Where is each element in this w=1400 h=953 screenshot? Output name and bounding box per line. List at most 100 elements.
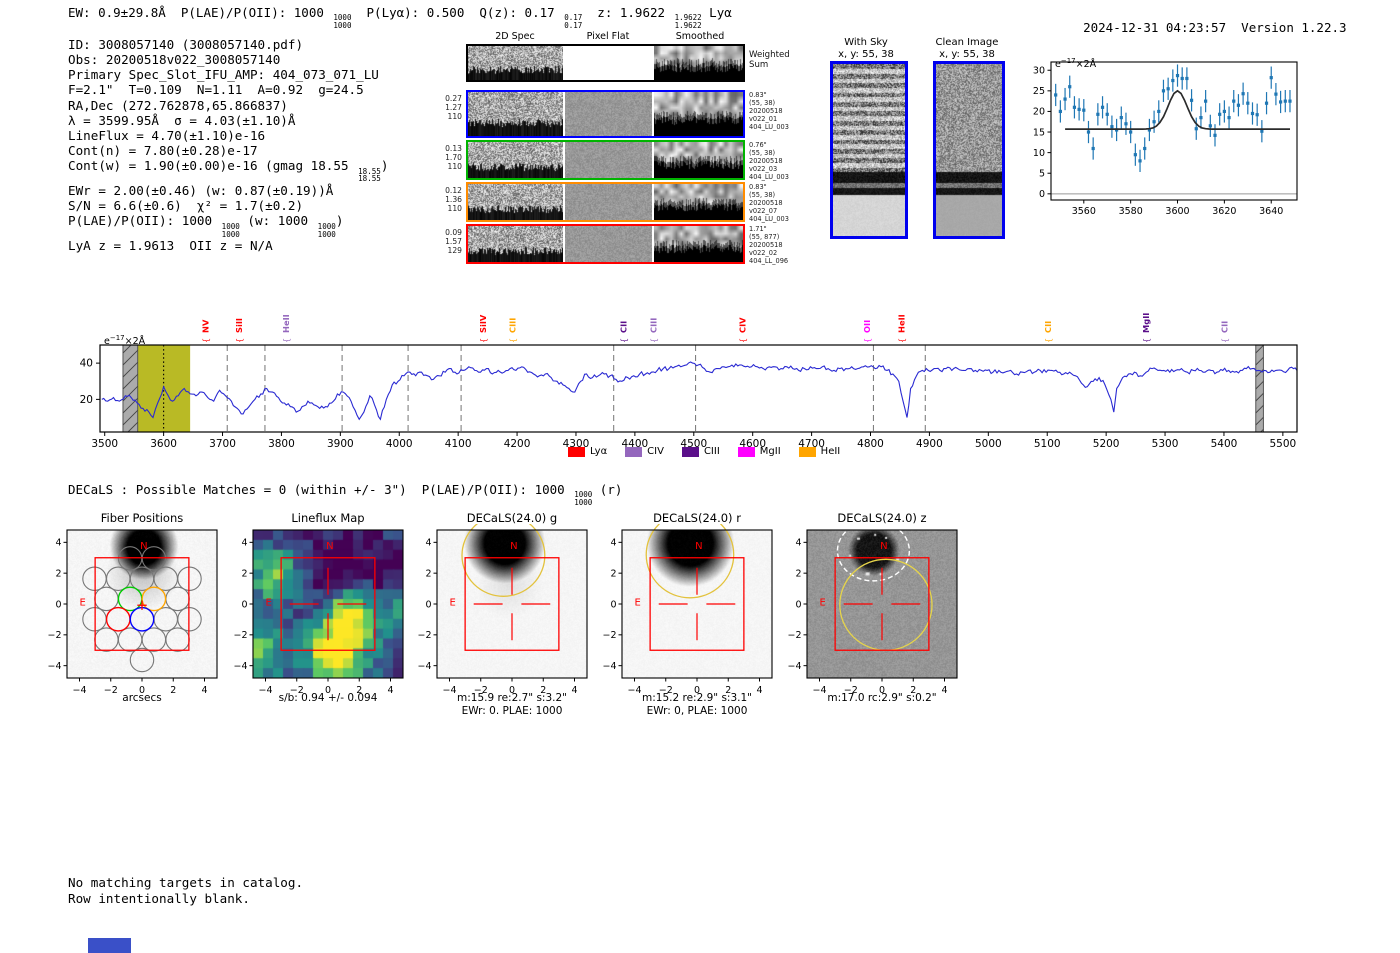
plot-border [621,529,773,679]
y-tick-label: −2 [233,630,247,641]
y-tick-label: −4 [417,661,431,672]
y-tick-label: 10 [1033,148,1045,159]
y-tick-label: −2 [417,630,431,641]
emission-line-label: CII [619,321,629,333]
cutout-caption-line: EWr: 0, PLAE: 1000 [646,705,748,717]
full-spectrum-plot: 3500 3600 3700 3800 3900 4000 4100 4200 4300 4400… [80,313,1298,450]
data-point [1199,116,1203,120]
x-tick-label: 3600 [150,438,177,450]
text-segment: z: 1.9622 [582,5,673,20]
weighted-label-line1: Weighted [749,50,790,60]
x-tick-label: 3600 [1165,206,1189,217]
fraction-bottom: 1000 [317,229,336,239]
legend-label: Lyα [590,446,608,457]
compass-east-label: E [79,597,85,608]
plot-border [436,529,588,679]
info-line: Primary Spec_Slot_IFU_AMP: 404_073_071_L… [68,67,388,82]
spec2d-row [466,44,745,82]
y-tick-label: 2 [425,569,431,580]
fraction-bottom: 0.17 [564,21,583,31]
x-tick-label: 4000 [386,438,413,450]
spec2d-row [466,140,745,180]
data-point [1189,98,1194,102]
x-tick-label: 3580 [1119,206,1143,217]
plot-border [806,529,958,679]
text-segment: RA,Dec (272.762878,65.866837) [68,97,288,113]
fiber-circle [129,647,155,673]
fiber-weight-labels: 0.13 1.70 110 [440,144,462,171]
stacked-fraction: 1000 1000 [222,223,240,238]
spectrum-legend: Lyα CIV CIII MgII HeII [568,446,840,457]
cutout-overlay-lineflux: −4−4−2−2002244 NE [233,529,404,696]
y-tick-label: 30 [1033,66,1045,77]
emission-line-brace: { [508,338,517,343]
data-point [1086,130,1091,134]
y-tick-label: 0 [241,599,247,610]
y-tick-label: 4 [241,538,247,549]
x-tick-label: 5300 [1152,438,1179,450]
emission-line-brace: { [1142,338,1151,343]
stacked-fraction: 0.17 0.17 [564,14,582,29]
text-segment: DECaLS : Possible Matches = 0 (within +/… [68,482,573,497]
legend-label: HeII [820,446,841,457]
compass-east-label: E [819,597,825,608]
info-line: LyA z = 1.9613 OII z = N/A [68,238,388,253]
y-tick-label: 25 [1033,86,1045,97]
y-tick-label: −2 [602,630,616,641]
x-tick-label: 4200 [504,438,531,450]
legend-item: HeII [798,446,841,457]
spec2d-row [466,90,745,138]
error-bar-series [1054,64,1292,172]
fiber-id-labels: 1.71" (55, 877) 20200518 v022_02 404_LL_096 [749,225,788,266]
data-point [1063,97,1067,101]
data-point [1091,146,1095,151]
y-tick-label: −2 [47,630,61,641]
with-sky-image [833,64,905,236]
spectrum-units-label: e−17×2Å [104,334,145,347]
fiber-weight-labels: 0.09 1.57 129 [440,228,462,255]
legend-swatch [625,446,643,457]
y-tick-label: 20 [80,394,93,406]
x-tick-label: 3560 [1072,206,1096,217]
stacked-fraction: 1000 1000 [333,14,351,29]
text-segment: LyA z = 1.9613 OII z = N/A [68,238,273,254]
legend-swatch [798,446,816,457]
cutout-title-r: DECaLS(24.0) r [653,511,741,525]
y-tick-label: 15 [1033,127,1045,138]
fiber-weight-value: 110 [447,204,463,213]
version-label: Version 1.22.3 [1241,20,1347,35]
cutout-title-z: DECaLS(24.0) z [837,511,927,525]
fiber-circle [106,566,131,591]
timestamp: 2024-12-31 04:23:57 [1083,20,1227,35]
emission-line-label: CIII [507,318,517,333]
fiber-weight-value: 110 [447,112,463,121]
emission-line-brace: { [235,338,244,343]
weighted-sum-label: Weighted Sum [749,50,790,70]
text-segment: P(Lyα): 0.500 Q(z): 0.17 [351,5,563,20]
y-tick-label: 2 [795,569,801,580]
data-point [1068,85,1072,89]
fiber-weight-labels: 0.27 1.27 110 [440,94,462,121]
fiber-weight-value: 1.57 [445,237,462,246]
emission-line-label: CII [1043,321,1053,333]
emission-line-brace: { [620,338,629,343]
data-point [1072,105,1077,109]
emission-line-brace: { [650,338,659,343]
data-point [1255,113,1259,117]
cutout-overlay-r: −4−4−2−2002244 NE [602,524,773,696]
fiber-id-line: 404_LU_003 [749,172,789,181]
text-segment: Cont(n) = 7.80(±0.28)e-17 [68,143,258,159]
info-line: Cont(n) = 7.80(±0.28)e-17 [68,143,388,158]
cutout-overlay-z: −4−4−2−2002244 NE [787,524,958,696]
y-tick-label: 0 [610,599,616,610]
legend-label: MgII [759,446,781,457]
clean-image [936,64,1002,236]
data-point [1180,76,1184,81]
data-point [1077,107,1081,111]
emission-line-label: CIV [738,317,748,333]
y-tick-label: 0 [1039,189,1045,200]
legend-swatch [568,446,585,457]
units-rest: ×2Å [1075,59,1097,71]
elixer-report-page: EW: 0.9±29.8Å P(LAE)/P(OII): 1000 1000 10… [0,0,1400,953]
